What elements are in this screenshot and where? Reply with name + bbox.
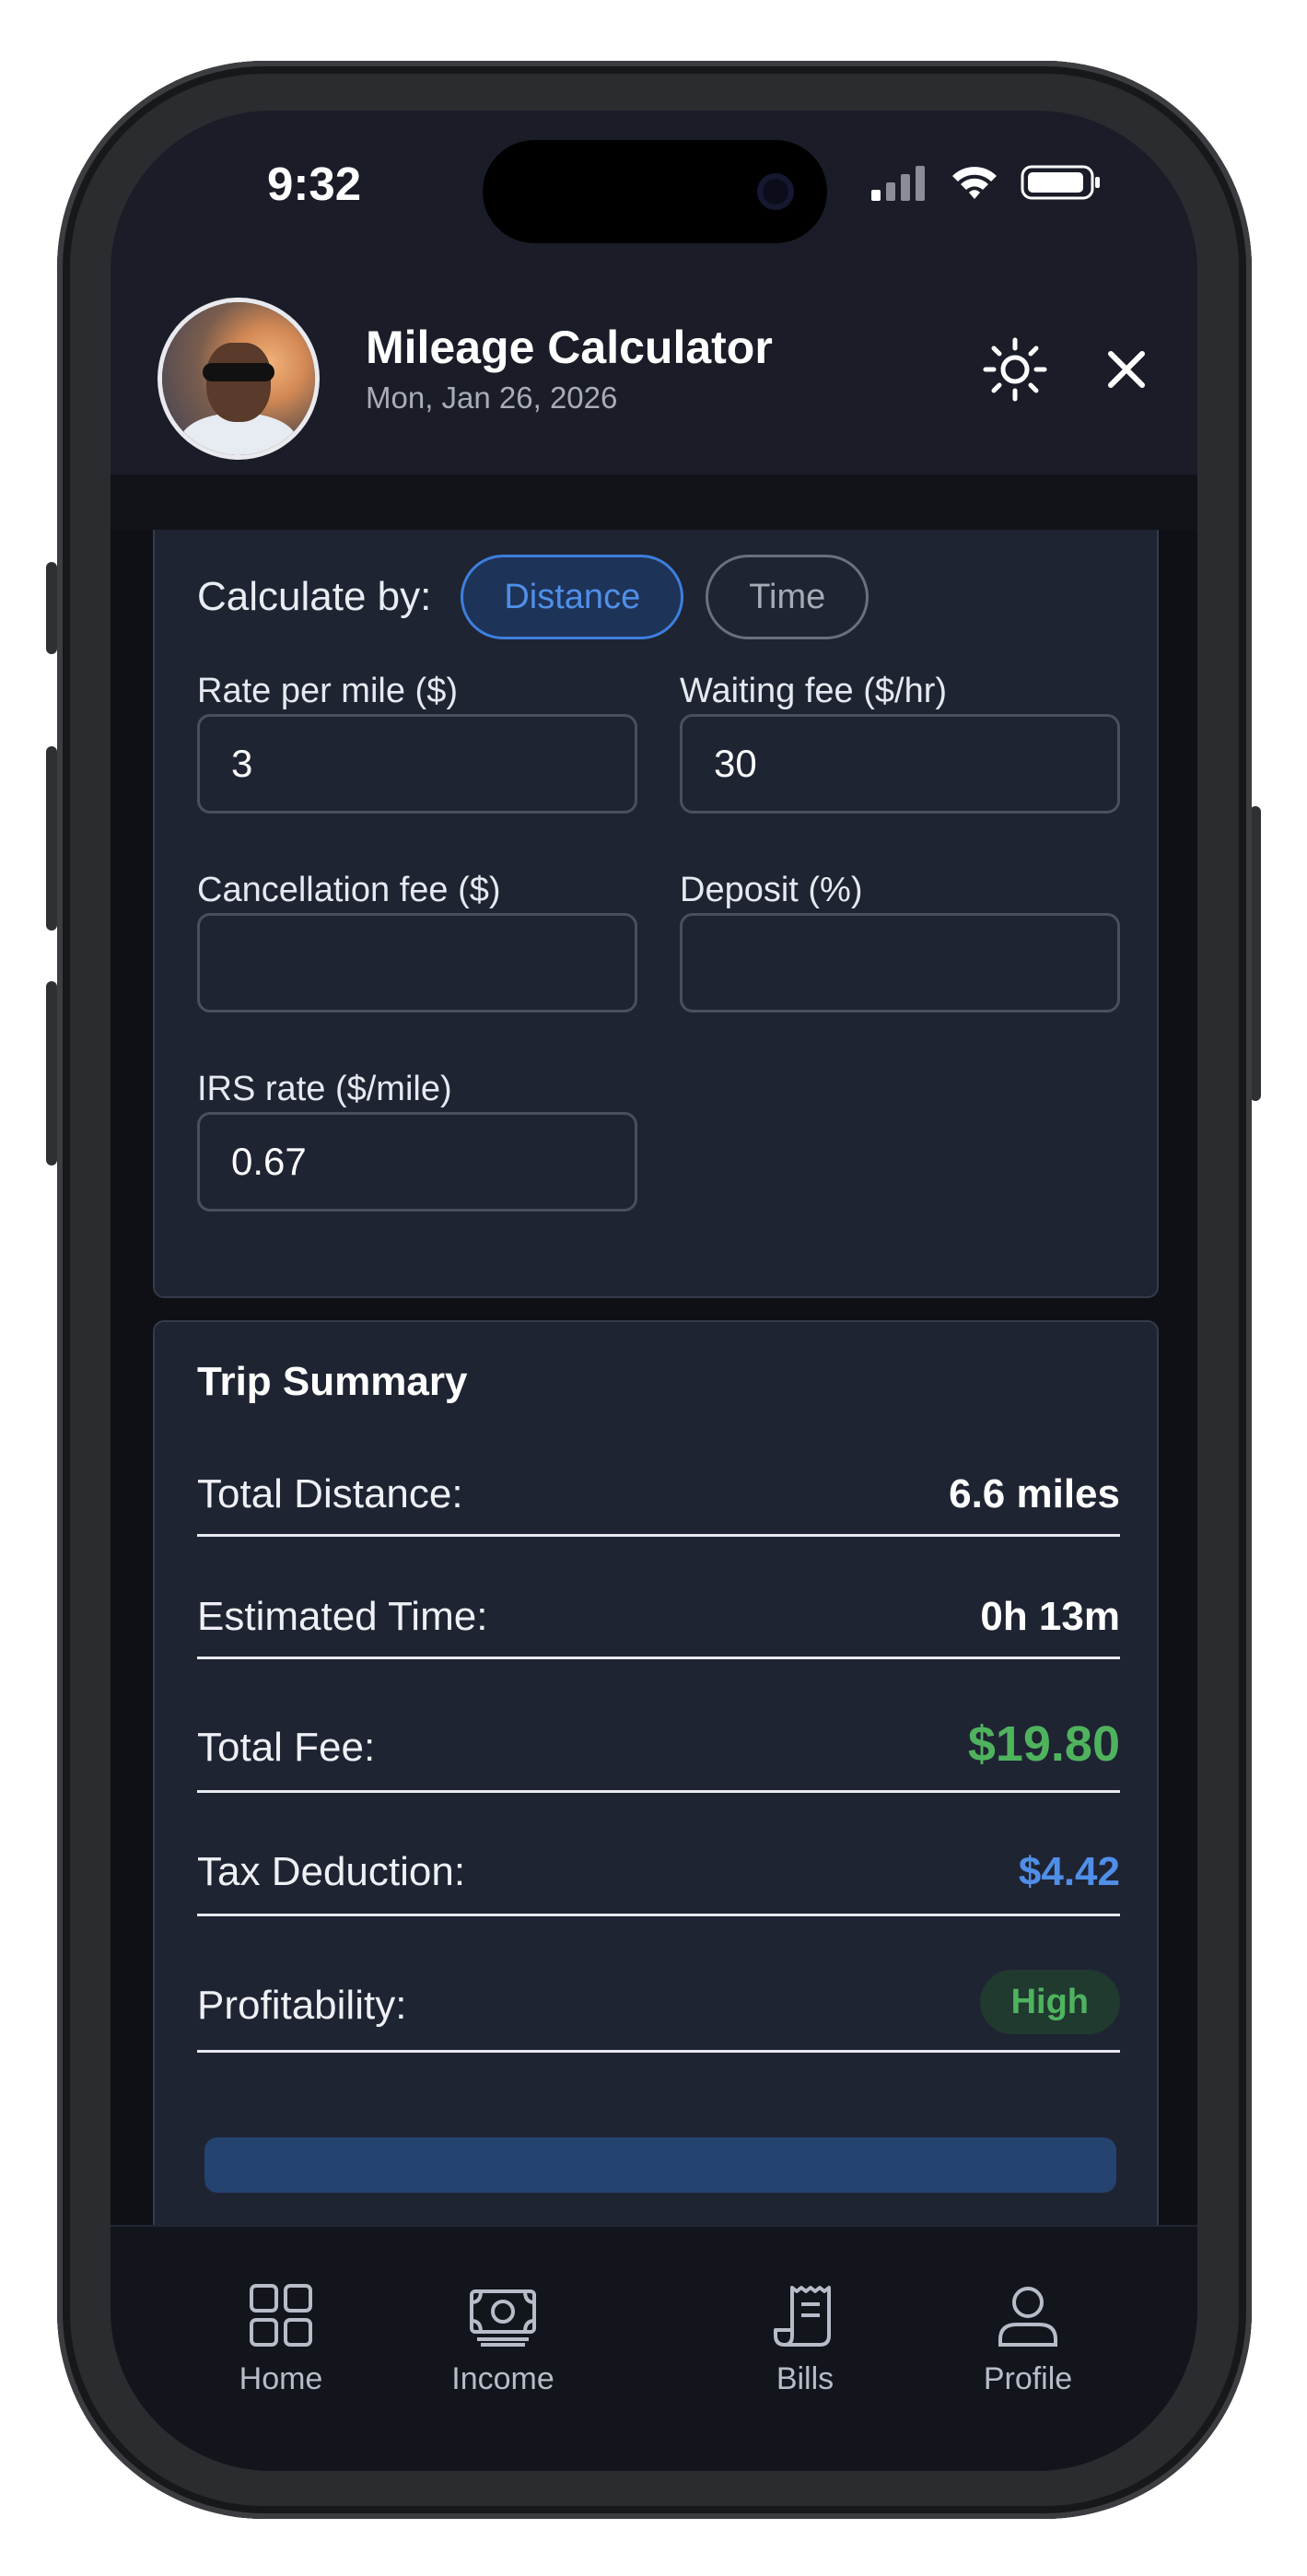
tab-income-label: Income [451, 2361, 554, 2396]
sun-icon[interactable] [982, 336, 1048, 403]
tax-deduction-value: $4.42 [1018, 1849, 1120, 1894]
volume-up-button [46, 746, 57, 931]
trip-summary-card: Trip Summary Total Distance: 6.6 miles E… [153, 1320, 1159, 2225]
wifi-icon [952, 167, 997, 199]
tax-deduction-label: Tax Deduction: [197, 1849, 466, 1894]
action-button [46, 562, 57, 654]
total-fee-value: $19.80 [967, 1716, 1120, 1772]
waiting-fee-label: Waiting fee ($/hr) [680, 672, 948, 710]
deposit-input[interactable] [680, 913, 1120, 1013]
total-distance-value: 6.6 miles [949, 1471, 1120, 1516]
irs-rate-input[interactable]: 0.67 [197, 1112, 637, 1212]
deposit-label: Deposit (%) [680, 871, 863, 909]
time-toggle[interactable]: Time [706, 555, 869, 639]
trip-summary-title: Trip Summary [197, 1359, 468, 1404]
profitability-badge: High [979, 1970, 1120, 2034]
tab-bills-label: Bills [776, 2361, 834, 2396]
total-distance-label: Total Distance: [197, 1471, 463, 1516]
rate-per-mile-label: Rate per mile ($) [197, 672, 458, 710]
cancellation-fee-label: Cancellation fee ($) [197, 871, 501, 909]
scroll-content[interactable]: Calculate by: Distance Time Rate per mil… [111, 530, 1197, 2225]
rate-per-mile-input[interactable]: 3 [197, 714, 637, 814]
app-header: Mileage Calculator Mon, Jan 26, 2026 [111, 276, 1197, 474]
grid-icon [250, 2284, 312, 2347]
tax-deduction-row: Tax Deduction: $4.42 [197, 1838, 1120, 1916]
tab-home[interactable]: Home [189, 2282, 373, 2397]
person-icon [998, 2287, 1057, 2347]
page-title: Mileage Calculator [366, 322, 773, 373]
calculate-by-label: Calculate by: [197, 574, 432, 619]
distance-toggle[interactable]: Distance [461, 555, 684, 639]
profitability-row: Profitability: High [197, 1961, 1120, 2053]
volume-down-button [46, 981, 57, 1165]
total-fee-row: Total Fee: $19.80 [197, 1703, 1120, 1793]
dynamic-island [483, 140, 827, 243]
tab-profile[interactable]: Profile [936, 2282, 1120, 2397]
estimated-time-row: Estimated Time: 0h 13m [197, 1583, 1120, 1659]
waiting-fee-input[interactable]: 30 [680, 714, 1120, 814]
camera-icon [757, 173, 794, 210]
total-fee-label: Total Fee: [197, 1725, 376, 1770]
cancellation-fee-input[interactable] [197, 913, 637, 1013]
tab-profile-label: Profile [983, 2361, 1073, 2396]
tab-income[interactable]: Income [411, 2282, 595, 2397]
banknote-icon [470, 2289, 536, 2347]
close-icon[interactable] [1096, 339, 1157, 400]
page-date: Mon, Jan 26, 2026 [366, 381, 618, 415]
irs-rate-label: IRS rate ($/mile) [197, 1070, 452, 1108]
tab-home-label: Home [239, 2361, 323, 2396]
header-divider [111, 474, 1197, 530]
avatar-glasses [203, 363, 274, 381]
status-bar: 9:32 [111, 111, 1197, 276]
receipt-icon [774, 2286, 831, 2347]
calculate-by-row: Calculate by: Distance Time [197, 555, 891, 639]
battery-icon [1021, 165, 1100, 200]
avatar[interactable] [162, 302, 315, 455]
status-icons [871, 164, 1102, 201]
status-time: 9:32 [267, 158, 362, 210]
profitability-label: Profitability: [197, 1983, 407, 2028]
tab-bar: Home Income Bills Profile [111, 2225, 1197, 2471]
calculate-button[interactable] [204, 2137, 1116, 2193]
tab-bills[interactable]: Bills [713, 2282, 897, 2397]
estimated-time-label: Estimated Time: [197, 1594, 488, 1639]
cellular-signal-icon [871, 166, 925, 201]
total-distance-row: Total Distance: 6.6 miles [197, 1460, 1120, 1537]
avatar-face [206, 343, 271, 422]
phone-screen: 9:32 Mileage Calculator Mon, Jan 26, 202… [111, 111, 1197, 2471]
estimated-time-value: 0h 13m [980, 1594, 1120, 1639]
settings-card: Calculate by: Distance Time Rate per mil… [153, 530, 1159, 1298]
